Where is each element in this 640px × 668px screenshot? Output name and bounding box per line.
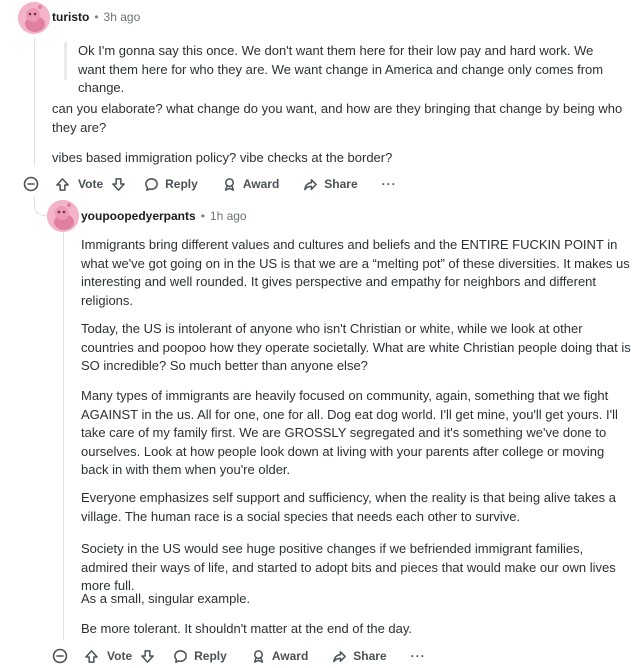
comment-paragraph: As a small, singular example. — [81, 591, 251, 606]
comment-paragraph: Society in the US would see huge positiv… — [81, 541, 616, 593]
snoo-avatar-icon — [47, 200, 79, 232]
downvote-arrow-icon — [141, 649, 154, 663]
reply-label: Reply — [194, 649, 227, 663]
upvote-button[interactable] — [55, 177, 70, 192]
reply-button[interactable]: Reply — [173, 649, 227, 664]
comment-paragraph: vibes based immigration policy? vibe che… — [52, 150, 393, 165]
reply-button[interactable]: Reply — [144, 177, 198, 192]
comment-paragraph: Immigrants bring different values and cu… — [81, 237, 630, 308]
share-icon — [333, 650, 347, 662]
avatar[interactable] — [18, 2, 50, 34]
downvote-button[interactable] — [140, 649, 155, 664]
upvote-arrow-icon — [85, 649, 98, 663]
share-button[interactable]: Share — [332, 649, 387, 664]
reply-label: Reply — [165, 177, 198, 191]
comment-paragraph: Everyone emphasizes self support and suf… — [81, 490, 616, 524]
award-button[interactable]: Award — [251, 649, 308, 664]
more-options-button[interactable]: ··· — [382, 177, 397, 191]
thread-line-2[interactable] — [63, 232, 64, 640]
comment-bubble-icon — [145, 177, 158, 191]
vote-label: Vote — [107, 649, 133, 663]
collapse-icon — [23, 176, 39, 192]
comment-paragraph: Be more tolerant. It shouldn't matter at… — [81, 621, 413, 636]
share-icon — [304, 178, 318, 190]
username[interactable]: youpoopedyerpants — [81, 209, 196, 223]
comment-paragraph: Many types of immigrants are heavily foc… — [81, 388, 618, 477]
vote-label: Vote — [78, 177, 104, 191]
thread-branch — [34, 196, 48, 216]
username[interactable]: turisto — [52, 10, 89, 24]
share-label: Share — [353, 649, 387, 663]
thread-line-1[interactable] — [34, 38, 35, 166]
downvote-button[interactable] — [111, 177, 126, 192]
downvote-arrow-icon — [112, 177, 125, 191]
comment-paragraph: can you elaborate? what change do you wa… — [52, 101, 623, 135]
comment-actions: Vote Reply Award Share ··· — [52, 648, 426, 664]
collapse-icon — [52, 648, 68, 664]
comment-actions: Vote Reply Award Share ··· — [23, 176, 397, 192]
share-label: Share — [324, 177, 358, 191]
blockquote: Ok I'm gonna say this once. We don't wan… — [64, 42, 620, 95]
snoo-avatar-icon — [18, 2, 50, 34]
award-label: Award — [242, 177, 280, 191]
timestamp[interactable]: 1h ago — [210, 209, 247, 223]
award-icon — [253, 649, 263, 663]
share-button[interactable]: Share — [303, 177, 358, 192]
collapse-button[interactable] — [23, 176, 39, 192]
timestamp[interactable]: 3h ago — [104, 10, 141, 24]
upvote-button[interactable] — [84, 649, 99, 664]
award-icon — [224, 177, 234, 191]
award-label: Award — [271, 649, 309, 663]
more-options-button[interactable]: ··· — [411, 649, 426, 663]
collapse-button[interactable] — [52, 648, 68, 664]
comment-bubble-icon — [174, 649, 187, 663]
award-button[interactable]: Award — [222, 177, 279, 192]
comment-paragraph: Today, the US is intolerant of anyone wh… — [81, 321, 631, 373]
avatar[interactable] — [47, 200, 79, 232]
comment-meta: youpoopedyerpants • 1h ago — [81, 209, 247, 223]
separator-dot: • — [200, 209, 205, 223]
upvote-arrow-icon — [56, 177, 69, 191]
comment-meta: turisto • 3h ago — [52, 10, 140, 24]
separator-dot: • — [94, 10, 99, 24]
